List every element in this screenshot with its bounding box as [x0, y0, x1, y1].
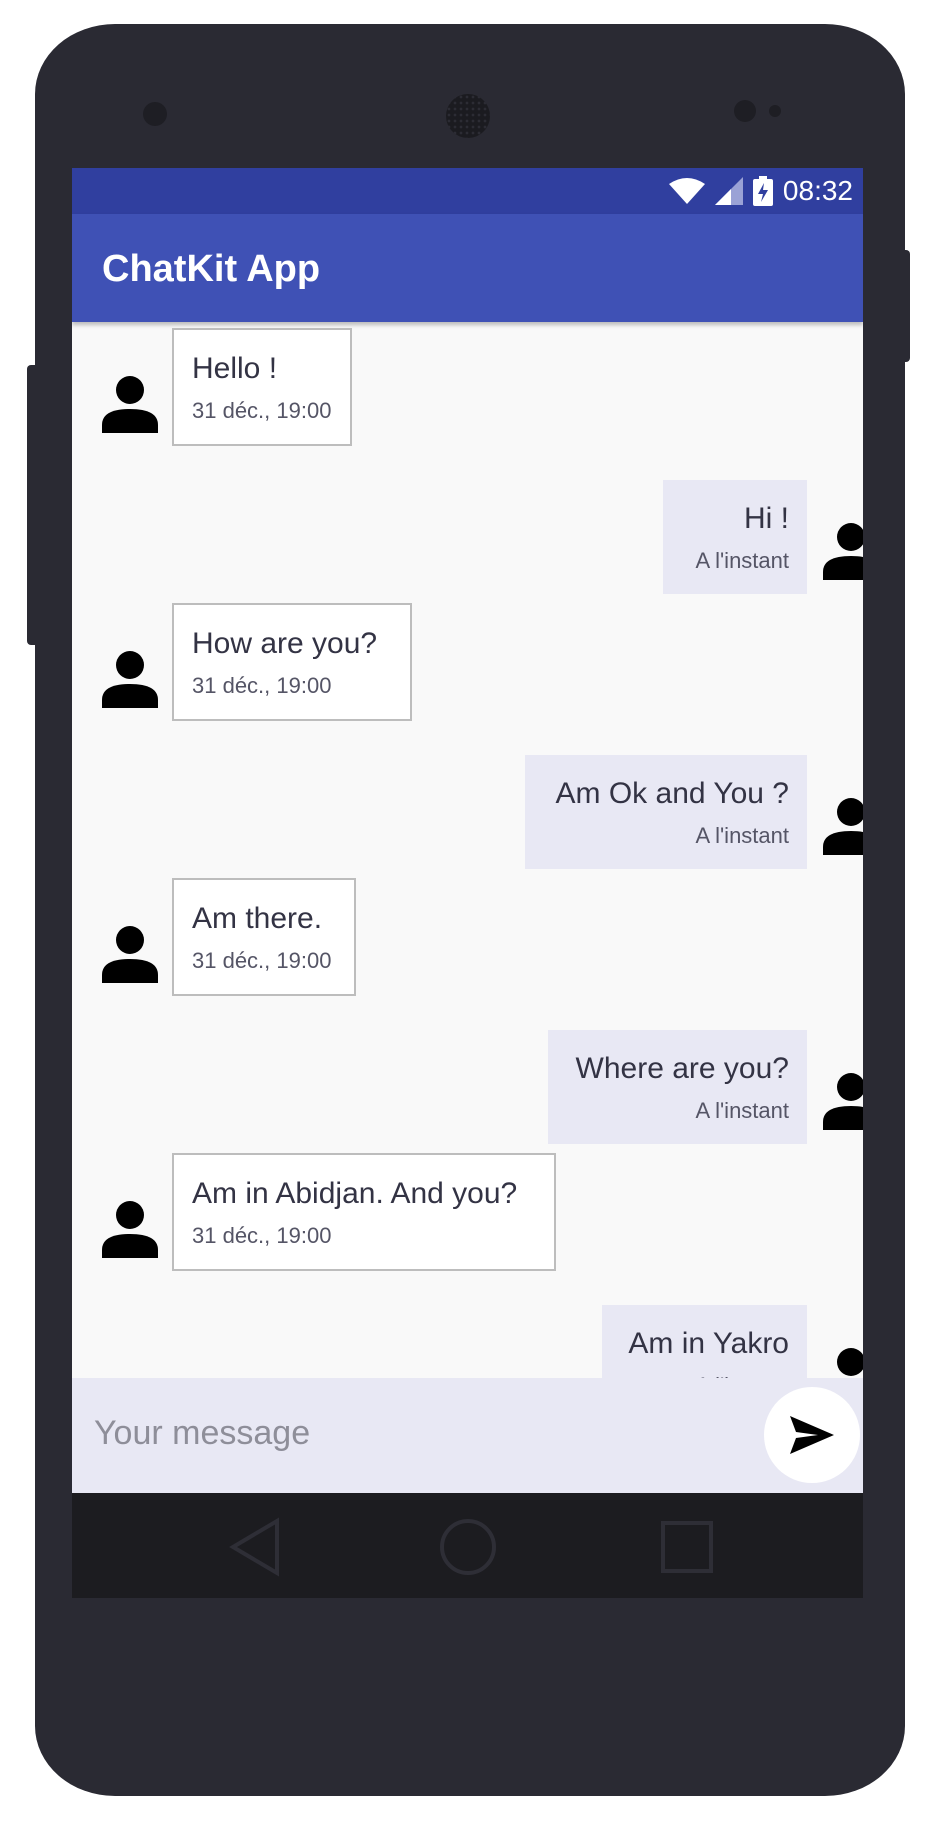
send-icon	[790, 1416, 834, 1454]
message-text: Am in Yakro	[628, 1327, 789, 1360]
send-button[interactable]	[764, 1387, 860, 1483]
message-text: Am Ok and You ?	[555, 777, 790, 810]
message-bubble-incoming[interactable]: How are you? 31 déc., 19:00	[172, 603, 412, 721]
message-text: Hello !	[192, 352, 278, 385]
light-sensor	[769, 105, 781, 117]
app-title: ChatKit App	[102, 248, 321, 290]
message-bubble-outgoing[interactable]: Hi ! A l'instant	[663, 480, 807, 594]
message-text: How are you?	[192, 627, 378, 660]
message-text: Am there.	[192, 902, 323, 935]
wifi-icon	[668, 178, 705, 204]
person-icon[interactable]	[101, 375, 159, 433]
person-icon[interactable]	[822, 797, 863, 855]
volume-button	[27, 365, 39, 645]
message-text: Am in Abidjan. And you?	[192, 1177, 518, 1210]
power-button	[900, 250, 910, 362]
message-time: 31 déc., 19:00	[192, 398, 332, 423]
message-time: 31 déc., 19:00	[192, 1223, 332, 1248]
message-time: A l'instant	[695, 823, 789, 848]
message-time: 31 déc., 19:00	[192, 948, 332, 973]
message-input-bar	[72, 1378, 863, 1493]
person-icon[interactable]	[101, 650, 159, 708]
front-camera	[143, 102, 167, 126]
message-text: Where are you?	[575, 1052, 789, 1085]
navigation-bar	[72, 1493, 863, 1598]
message-bubble-outgoing[interactable]: Am Ok and You ? A l'instant	[525, 755, 807, 869]
proximity-sensor	[734, 100, 756, 122]
screen: 08:32 ChatKit App Hello ! 31 déc., 19:00…	[72, 168, 863, 1493]
message-bubble-outgoing[interactable]: Where are you? A l'instant	[548, 1030, 807, 1144]
message-time: 31 déc., 19:00	[192, 673, 332, 698]
message-bubble-incoming[interactable]: Hello ! 31 déc., 19:00	[172, 328, 352, 446]
earpiece-speaker	[446, 94, 490, 138]
back-icon[interactable]	[227, 1517, 287, 1577]
home-icon[interactable]	[438, 1517, 498, 1577]
person-icon[interactable]	[101, 925, 159, 983]
message-text: Hi !	[744, 502, 789, 535]
person-icon[interactable]	[822, 522, 863, 580]
person-icon[interactable]	[822, 1072, 863, 1130]
status-time: 08:32	[782, 175, 853, 206]
signal-icon	[714, 177, 743, 205]
message-bubble-incoming[interactable]: Am there. 31 déc., 19:00	[172, 878, 356, 996]
battery-icon	[752, 176, 773, 206]
recents-icon[interactable]	[657, 1517, 717, 1577]
message-time: A l'instant	[695, 1098, 789, 1123]
person-icon[interactable]	[101, 1200, 159, 1258]
message-input[interactable]	[94, 1414, 654, 1453]
app-bar: ChatKit App	[72, 214, 863, 322]
status-bar: 08:32	[72, 168, 863, 214]
message-time: A l'instant	[695, 548, 789, 573]
message-bubble-incoming[interactable]: Am in Abidjan. And you? 31 déc., 19:00	[172, 1153, 556, 1271]
